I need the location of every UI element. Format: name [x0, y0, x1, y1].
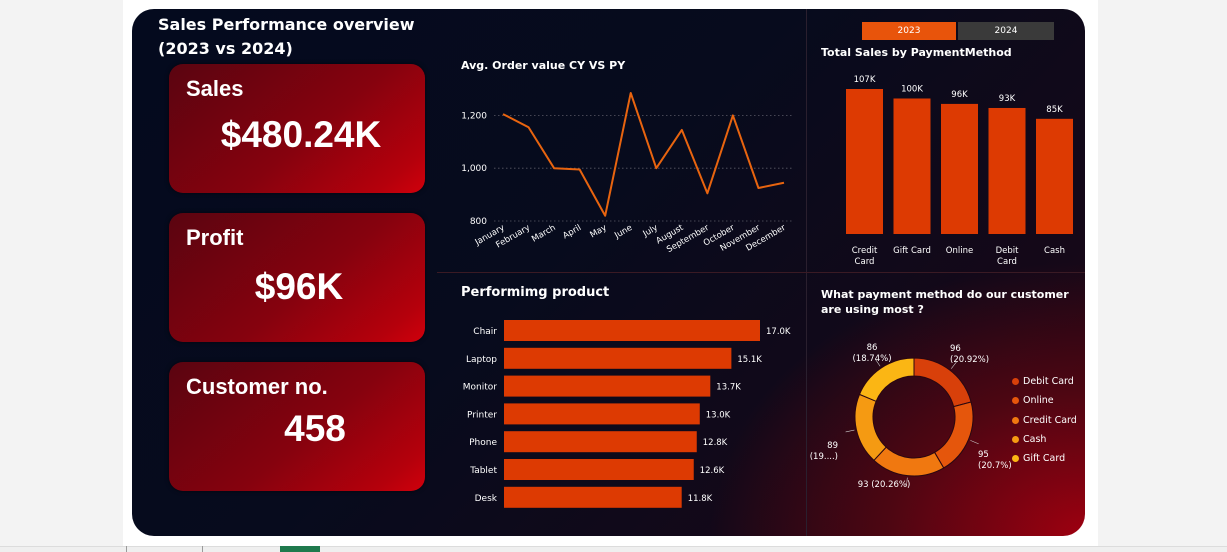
legend-swatch [1012, 397, 1019, 405]
legend-item[interactable]: Cash [1012, 430, 1077, 449]
legend-item[interactable]: Debit Card [1012, 372, 1077, 391]
legend-label: Cash [1023, 434, 1047, 446]
payment-donut-chart[interactable]: 96 (20.92%) 95 (20.7%) 93 (20.26%) 89 (19....)… [132, 9, 1085, 536]
legend-swatch [1012, 436, 1019, 444]
slice-label-line: (20.7%) [978, 461, 1012, 471]
legend-swatch [1012, 416, 1019, 424]
slice-label-line: (18.74%) [852, 354, 891, 364]
legend-swatch [1012, 455, 1019, 463]
slice-label: 89 (19....) [810, 441, 838, 462]
dashboard-panel: Sales Performance overview (2023 vs 2024… [132, 9, 1085, 536]
slice-label-line: (19....) [810, 452, 838, 462]
leader-line [845, 429, 855, 433]
slice-label-line: 86 [867, 343, 878, 353]
donut-slice [873, 446, 945, 477]
legend-label: Debit Card [1023, 376, 1074, 388]
slice-label-line: 95 [978, 450, 989, 460]
donut-legend: Debit Card Online Credit Card Cash Gift Card [1012, 372, 1077, 468]
page-tab-bar [0, 546, 1227, 552]
page-tab-active[interactable] [280, 546, 320, 552]
legend-label: Credit Card [1023, 414, 1077, 426]
legend-swatch [1012, 378, 1019, 386]
page-tab-divider [202, 546, 203, 552]
slice-label-line: 89 [827, 441, 838, 451]
slice-label: 95 (20.7%) [978, 450, 1012, 471]
slice-label: 96 (20.92%) [950, 344, 989, 365]
legend-item[interactable]: Gift Card [1012, 449, 1077, 468]
legend-item[interactable]: Credit Card [1012, 411, 1077, 430]
donut-slice [913, 357, 972, 408]
donut-slice [854, 393, 887, 462]
legend-item[interactable]: Online [1012, 391, 1077, 410]
leader-line [970, 440, 979, 445]
donut-slice [858, 357, 915, 402]
legend-label: Gift Card [1023, 453, 1066, 465]
slice-label-line: 93 (20.26%) [858, 480, 911, 490]
slice-label-line: 96 [950, 344, 961, 354]
slice-label: 86 (18.74%) [852, 343, 891, 364]
slice-label-line: (20.92%) [950, 355, 989, 365]
page-tab-divider [126, 546, 127, 552]
donut-slice [933, 401, 974, 469]
legend-label: Online [1023, 395, 1054, 407]
slice-label: 93 (20.26%) [858, 480, 911, 490]
